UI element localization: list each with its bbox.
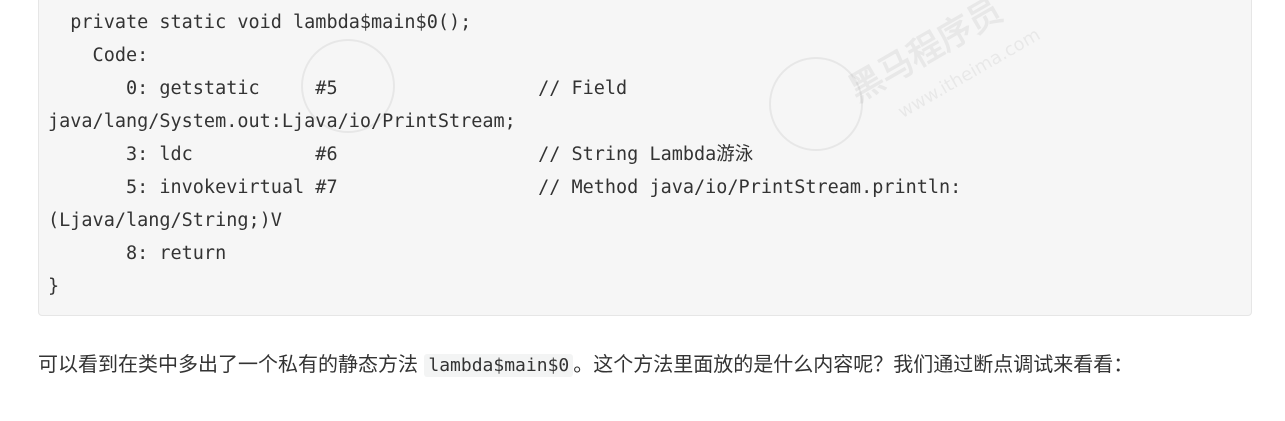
code-content: private static void lambda$main$0(); Cod… xyxy=(48,6,961,303)
code-line: java/lang/System.out:Ljava/io/PrintStrea… xyxy=(48,111,516,132)
body-paragraph: 可以看到在类中多出了一个私有的静态方法 lambda$main$0 。这个方法里面… xyxy=(38,347,1252,383)
code-line: 5: invokevirtual #7 // Method java/io/Pr… xyxy=(48,177,962,198)
code-line: Code: xyxy=(48,45,149,66)
inline-code: lambda$main$0 xyxy=(424,354,574,377)
code-line: (Ljava/lang/String;)V xyxy=(48,210,282,231)
code-line: private static void lambda$main$0(); xyxy=(48,12,472,33)
code-block: 黑马程序员 www.itheima.com private static voi… xyxy=(38,0,1252,316)
code-line: } xyxy=(48,276,60,297)
code-line: 8: return xyxy=(48,243,227,264)
code-line: 3: ldc #6 // String Lambda游泳 xyxy=(48,144,754,165)
code-line: 0: getstatic #5 // Field xyxy=(48,78,628,99)
paragraph-text-before: 可以看到在类中多出了一个私有的静态方法 xyxy=(38,352,425,376)
paragraph-text-after: 。这个方法里面放的是什么内容呢？我们通过断点调试来看看： xyxy=(573,352,1134,376)
